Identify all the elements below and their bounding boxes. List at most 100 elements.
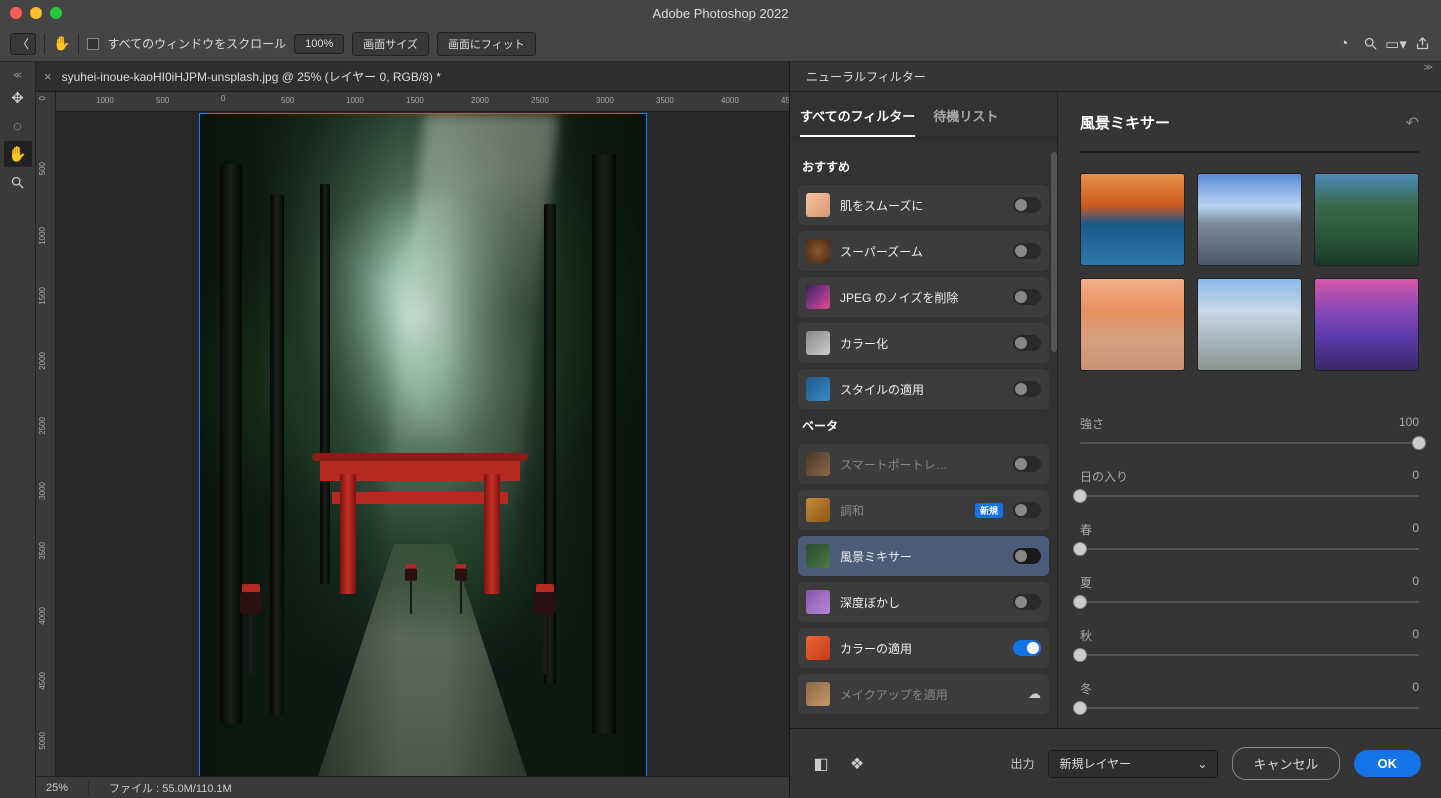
canvas[interactable] (56, 112, 789, 776)
filter-thumb-icon (806, 544, 830, 568)
slider-thumb[interactable] (1412, 436, 1426, 450)
window-minimize-icon[interactable] (30, 7, 42, 19)
filter-style-transfer[interactable]: スタイルの適用 (798, 369, 1049, 409)
zoom-tool-icon[interactable] (4, 169, 32, 195)
filter-thumb-icon (806, 239, 830, 263)
share-icon[interactable] (1413, 35, 1431, 53)
filter-harmonize[interactable]: 調和 新規 (798, 490, 1049, 530)
ruler-horizontal: 1000 500 0 500 1000 1500 2000 2500 3000 … (56, 92, 789, 112)
slider-thumb[interactable] (1073, 542, 1087, 556)
slider-thumb[interactable] (1073, 489, 1087, 503)
filter-thumb-icon (806, 498, 830, 522)
filter-toggle[interactable] (1013, 502, 1041, 518)
filter-toggle[interactable] (1013, 456, 1041, 472)
preset-custom-segmented[interactable]: プリセット カスタム (1080, 151, 1419, 153)
filter-color-transfer[interactable]: カラーの適用 (798, 628, 1049, 668)
title-bar: Adobe Photoshop 2022 (0, 0, 1441, 26)
home-back-button[interactable]: 〈 (10, 33, 36, 55)
neural-filters-title: ニューラルフィルター (806, 68, 926, 85)
tab-close-icon[interactable]: × (44, 69, 52, 84)
filter-thumb-icon (806, 682, 830, 706)
workspace-icon[interactable]: ▭▾ (1387, 35, 1405, 53)
marquee-tool-icon[interactable]: ◌ (4, 113, 32, 139)
move-tool-icon[interactable]: ✥ (4, 85, 32, 111)
slider-thumb[interactable] (1073, 701, 1087, 715)
collapse-right-icon[interactable]: ≫ (1424, 62, 1433, 73)
filter-toggle[interactable] (1013, 197, 1041, 213)
slider-track[interactable] (1080, 707, 1419, 709)
fit-screen-button[interactable]: 画面サイズ (352, 32, 429, 56)
window-zoom-icon[interactable] (50, 7, 62, 19)
document-tab[interactable]: syuhei-inoue-kaoHI0iHJPM-unsplash.jpg @ … (58, 68, 445, 85)
options-bar: 〈 ✋ すべてのウィンドウをスクロール 100% 画面サイズ 画面にフィット ◔… (0, 26, 1441, 62)
filter-thumb-icon (806, 285, 830, 309)
filter-landscape-mixer[interactable]: 風景ミキサー (798, 536, 1049, 576)
filter-toggle[interactable] (1013, 335, 1041, 351)
filter-depth-blur[interactable]: 深度ぼかし (798, 582, 1049, 622)
slider-track[interactable] (1080, 442, 1419, 444)
zoom-100-button[interactable]: 100% (294, 34, 344, 54)
slider-thumb[interactable] (1073, 648, 1087, 662)
filter-thumb-icon (806, 452, 830, 476)
filter-jpeg-artifacts[interactable]: JPEG のノイズを削除 (798, 277, 1049, 317)
preset-thumb[interactable] (1080, 173, 1185, 266)
slider-track[interactable] (1080, 548, 1419, 550)
hand-tool-icon[interactable]: ✋ (53, 35, 70, 52)
slider-value: 0 (1412, 680, 1419, 697)
document-tab-strip: × syuhei-inoue-kaoHI0iHJPM-unsplash.jpg … (36, 62, 789, 92)
slider-label: 冬 (1080, 680, 1092, 697)
filter-toggle[interactable] (1013, 594, 1041, 610)
fit-window-button[interactable]: 画面にフィット (437, 32, 536, 56)
status-zoom[interactable]: 25% (46, 782, 68, 794)
badge-new: 新規 (975, 503, 1003, 518)
slider-thumb[interactable] (1073, 595, 1087, 609)
filter-thumb-icon (806, 331, 830, 355)
window-close-icon[interactable] (10, 7, 22, 19)
slider-track[interactable] (1080, 654, 1419, 656)
filter-thumb-icon (806, 377, 830, 401)
hand-tool-icon[interactable]: ✋ (4, 141, 32, 167)
layers-icon[interactable]: ❖ (846, 753, 868, 775)
filter-toggle[interactable] (1013, 243, 1041, 259)
filter-smart-portrait[interactable]: スマートポートレ… (798, 444, 1049, 484)
tab-wait-list[interactable]: 待機リスト (933, 106, 998, 137)
slider-5: 冬 0 (1080, 680, 1419, 709)
tab-all-filters[interactable]: すべてのフィルター (800, 106, 915, 137)
filter-colorize[interactable]: カラー化 (798, 323, 1049, 363)
slider-3: 夏 0 (1080, 574, 1419, 603)
collapse-left-icon[interactable]: ≪ (13, 68, 22, 83)
preset-thumb[interactable] (1314, 278, 1419, 371)
filter-toggle[interactable] (1013, 548, 1041, 564)
scroll-all-windows-checkbox[interactable] (87, 38, 99, 50)
filter-list: すべてのフィルター 待機リスト おすすめ 肌をスムーズに スーパーズーム (790, 92, 1058, 728)
slider-label: 秋 (1080, 627, 1092, 644)
slider-value: 0 (1412, 468, 1419, 485)
filter-super-zoom[interactable]: スーパーズーム (798, 231, 1049, 271)
filter-toggle[interactable] (1013, 289, 1041, 305)
before-after-icon[interactable]: ◧ (810, 753, 832, 775)
ok-button[interactable]: OK (1354, 750, 1422, 777)
settings-title: 風景ミキサー (1080, 112, 1170, 133)
preset-thumb[interactable] (1197, 173, 1302, 266)
preset-thumb[interactable] (1197, 278, 1302, 371)
group-beta: ベータ (802, 417, 1045, 434)
filter-toggle[interactable] (1013, 381, 1041, 397)
cancel-button[interactable]: キャンセル (1232, 747, 1339, 780)
chevron-left-icon: 〈 (17, 35, 29, 52)
output-select[interactable]: 新規レイヤー ⌄ (1048, 750, 1218, 778)
filter-thumb-icon (806, 193, 830, 217)
scrollbar[interactable] (1051, 152, 1057, 352)
search-icon[interactable] (1361, 35, 1379, 53)
reset-icon[interactable]: ↶ (1406, 113, 1419, 133)
filter-skin-smoothing[interactable]: 肌をスムーズに (798, 185, 1049, 225)
preset-thumb[interactable] (1314, 173, 1419, 266)
filter-toggle[interactable] (1013, 640, 1041, 656)
download-icon[interactable]: ☁ (1028, 686, 1041, 702)
preset-thumb[interactable] (1080, 278, 1185, 371)
slider-track[interactable] (1080, 495, 1419, 497)
filter-makeup-transfer[interactable]: メイクアップを適用 ☁ (798, 674, 1049, 714)
cloud-doc-icon[interactable]: ◔ (1335, 35, 1353, 53)
slider-track[interactable] (1080, 601, 1419, 603)
slider-label: 強さ (1080, 415, 1104, 432)
filter-thumb-icon (806, 590, 830, 614)
